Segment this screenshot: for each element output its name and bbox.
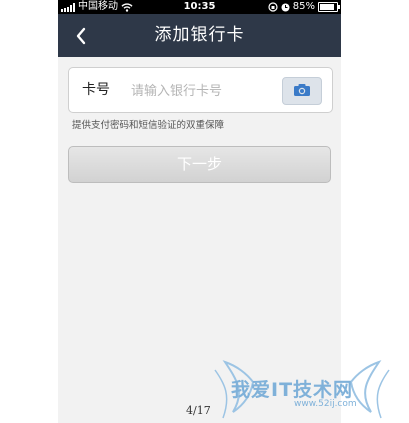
scan-card-button[interactable] — [282, 77, 322, 105]
card-number-label: 卡号 — [82, 82, 110, 98]
watermark-text: 我爱IT技术网 — [231, 379, 354, 401]
battery-icon — [318, 2, 340, 12]
rotation-lock-icon — [268, 2, 278, 12]
watermark-url: www.52ij.com — [294, 399, 357, 409]
status-bar: 中国移动 10:35 85% — [58, 0, 341, 14]
card-number-row: 卡号 — [68, 67, 333, 113]
page-title: 添加银行卡 — [154, 25, 245, 45]
card-number-input[interactable] — [129, 78, 283, 104]
alarm-icon — [281, 3, 290, 11]
battery-level — [320, 4, 334, 10]
next-step-button[interactable]: 下一步 — [68, 146, 331, 183]
camera-icon — [294, 84, 310, 96]
navigation-bar: 添加银行卡 — [58, 14, 341, 57]
battery-percent: 85% — [292, 1, 315, 12]
security-hint: 提供支付密码和短信验证的双重保障 — [72, 120, 225, 131]
